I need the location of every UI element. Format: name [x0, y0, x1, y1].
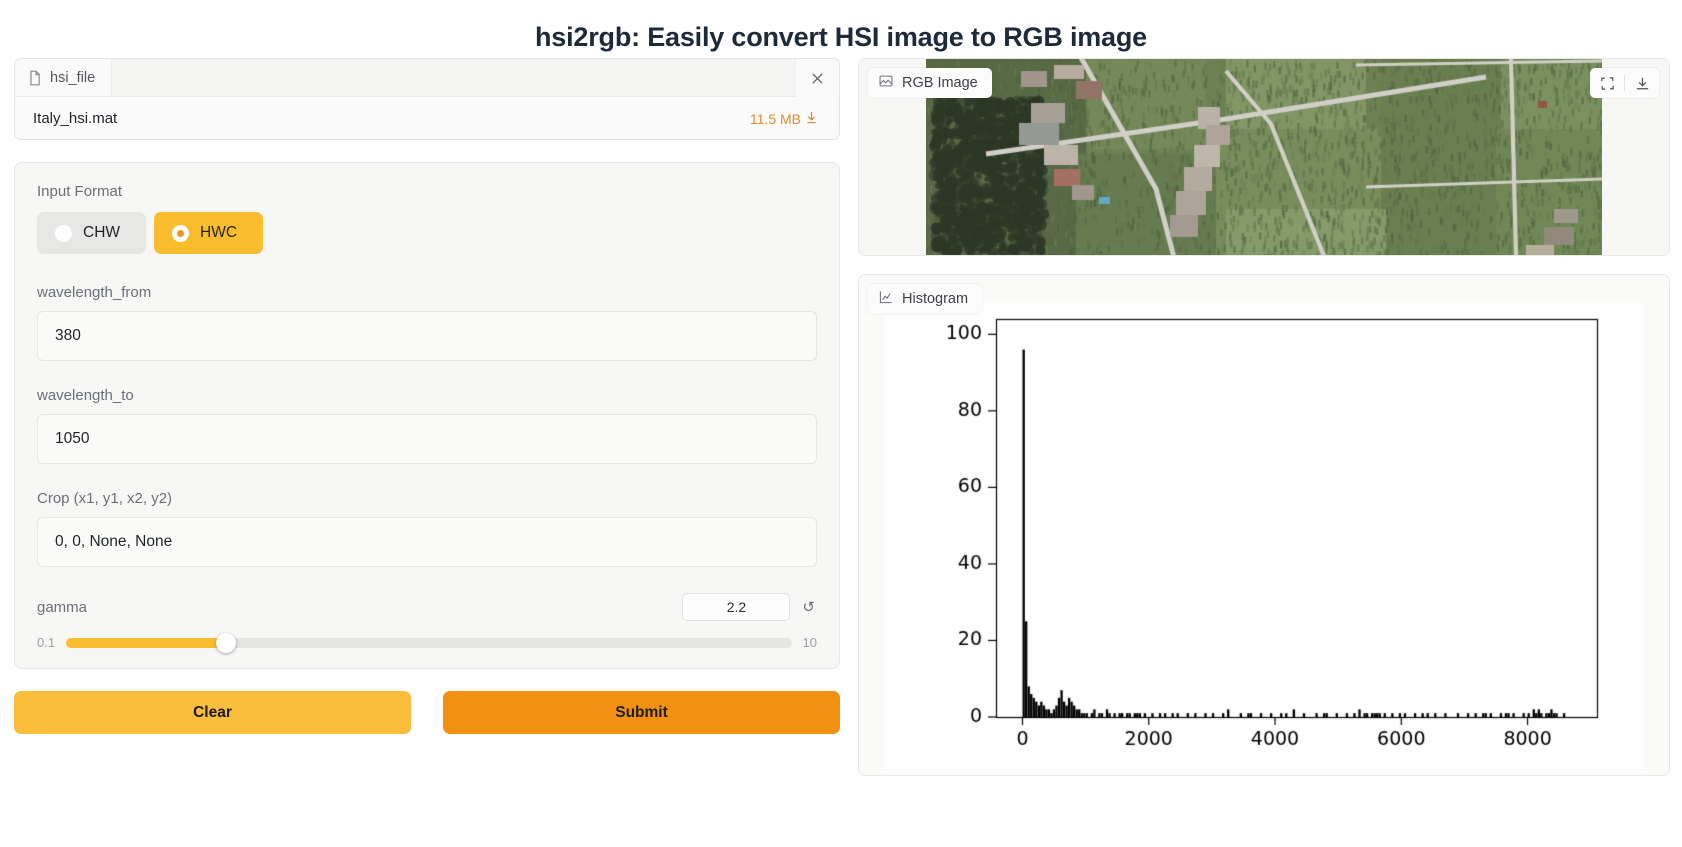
gamma-min-label: 0.1: [37, 635, 56, 650]
rgb-image-canvas[interactable]: [926, 59, 1602, 255]
histogram-viewport: [859, 275, 1669, 775]
gamma-number-input[interactable]: [682, 593, 791, 621]
file-download-link[interactable]: 11.5 MB: [750, 111, 817, 127]
histogram-block: Histogram: [858, 274, 1670, 776]
gamma-slider-fill: [66, 637, 226, 648]
gamma-field: gamma ↺ 0.1 10: [37, 593, 817, 653]
gamma-slider-row: 0.1 10: [37, 632, 817, 653]
histogram-tab-label: Histogram: [902, 291, 969, 307]
file-name: Italy_hsi.mat: [33, 110, 118, 127]
input-format-label: Input Format: [37, 183, 123, 200]
file-upload-block: hsi_file Italy_hsi.mat 11.5 MB: [14, 58, 840, 140]
file-upload-tab-label: hsi_file: [50, 69, 96, 86]
right-column: RGB Image Histogram: [858, 58, 1670, 776]
clear-button[interactable]: Clear: [14, 691, 411, 734]
rgb-image-tools: [1590, 68, 1659, 98]
histogram-tab: Histogram: [868, 284, 983, 314]
chart-line-icon: [879, 290, 893, 308]
radio-dot-icon: [55, 224, 72, 242]
gamma-header: gamma ↺: [37, 593, 817, 621]
document-icon: [28, 70, 42, 86]
options-panel: Input Format CHW HWC wavelength_from 380…: [14, 162, 840, 669]
gamma-slider-thumb[interactable]: [215, 632, 236, 653]
wavelength-to-input[interactable]: [37, 414, 817, 464]
main-columns: hsi_file Italy_hsi.mat 11.5 MB Input For…: [0, 58, 1682, 776]
gamma-reset-button[interactable]: ↺: [800, 600, 817, 615]
wavelength-to-label: wavelength_to: [37, 387, 134, 404]
radio-option-hwc[interactable]: HWC: [154, 212, 264, 254]
gamma-max-label: 10: [802, 635, 817, 650]
radio-option-hwc-label: HWC: [200, 224, 238, 241]
crop-label: Crop (x1, y1, x2, y2): [37, 490, 173, 507]
gamma-controls: ↺: [682, 593, 817, 621]
input-format-group: Input Format CHW HWC: [37, 183, 817, 254]
wavelength-from-field: wavelength_from: [37, 284, 817, 361]
radio-dot-icon: [172, 224, 190, 242]
histogram-canvas[interactable]: [884, 303, 1644, 769]
crop-field: Crop (x1, y1, x2, y2): [37, 490, 817, 567]
file-upload-header: hsi_file: [15, 59, 839, 97]
app-root: hsi2rgb: Easily convert HSI image to RGB…: [0, 0, 1682, 847]
radio-option-chw-label: CHW: [83, 224, 121, 241]
wavelength-from-label: wavelength_from: [37, 284, 152, 301]
wavelength-from-input[interactable]: [37, 311, 817, 361]
file-size-label: 11.5 MB: [749, 110, 801, 127]
download-icon: [806, 111, 817, 127]
file-row: Italy_hsi.mat 11.5 MB: [15, 97, 839, 139]
page-title: hsi2rgb: Easily convert HSI image to RGB…: [535, 22, 1147, 52]
rgb-image-tab-label: RGB Image: [902, 75, 978, 91]
download-icon[interactable]: [1625, 68, 1659, 98]
crop-input[interactable]: [37, 517, 817, 567]
gamma-label: gamma: [37, 598, 88, 616]
gamma-slider[interactable]: [66, 632, 792, 653]
action-buttons: Clear Submit: [14, 691, 840, 734]
image-icon: [879, 74, 893, 92]
radio-option-chw[interactable]: CHW: [37, 212, 147, 254]
rgb-image-block: RGB Image: [858, 58, 1670, 256]
close-icon[interactable]: [795, 59, 839, 97]
submit-button[interactable]: Submit: [443, 691, 840, 734]
fullscreen-icon[interactable]: [1590, 68, 1624, 98]
left-column: hsi_file Italy_hsi.mat 11.5 MB Input For…: [14, 58, 840, 776]
wavelength-to-field: wavelength_to: [37, 387, 817, 464]
rgb-image-tab: RGB Image: [868, 68, 992, 98]
file-upload-tab: hsi_file: [15, 59, 113, 96]
input-format-radios: CHW HWC: [37, 212, 817, 254]
